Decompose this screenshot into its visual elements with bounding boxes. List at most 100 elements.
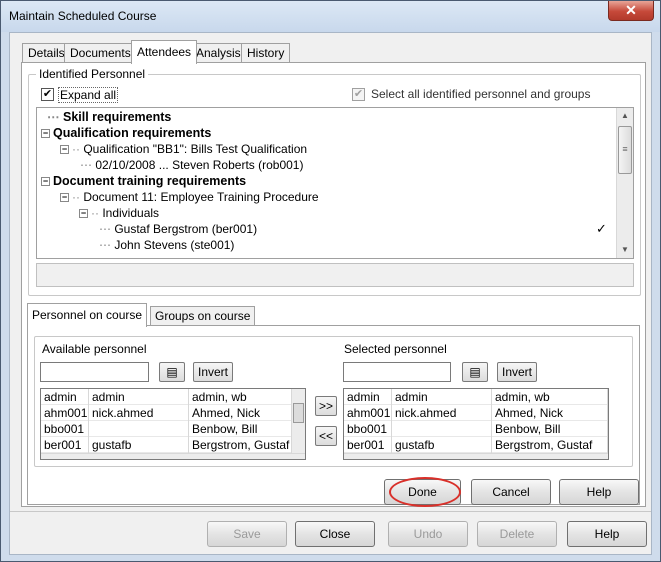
list-cell: admin, wb bbox=[492, 389, 608, 405]
list-cell: Ahmed, Nick bbox=[492, 405, 608, 421]
attendees-panel: Identified Personnel ✔ Expand all ✔ Sele… bbox=[21, 62, 646, 507]
tree-row-document-11[interactable]: − ·· Document 11: Employee Training Proce… bbox=[60, 189, 319, 205]
expand-all-checkbox[interactable]: ✔ bbox=[41, 88, 54, 101]
available-invert-button[interactable]: Invert bbox=[193, 362, 233, 382]
search-list-icon[interactable]: ▤ bbox=[159, 362, 185, 382]
available-search-input[interactable] bbox=[40, 362, 149, 382]
collapse-icon[interactable]: − bbox=[41, 129, 50, 139]
remove-personnel-button[interactable]: << bbox=[315, 426, 337, 446]
undo-label: Undo bbox=[413, 527, 443, 541]
available-list-hscroll[interactable] bbox=[41, 453, 305, 459]
help-label: Help bbox=[586, 485, 612, 499]
close-icon[interactable]: ✕ bbox=[608, 1, 654, 21]
undo-button[interactable]: Undo bbox=[388, 521, 468, 547]
list-cell: Bergstrom, Gustaf bbox=[189, 437, 293, 453]
collapse-icon[interactable]: − bbox=[41, 177, 50, 187]
list-item[interactable]: ahm001 nick.ahmed Ahmed, Nick bbox=[344, 405, 608, 421]
tree-row-document-training[interactable]: − Document training requirements bbox=[41, 173, 246, 189]
selected-personnel-list[interactable]: admin admin admin, wb ahm001 nick.ahmed … bbox=[343, 388, 609, 460]
tree-status-bar bbox=[36, 263, 634, 287]
tree-row-label: 02/10/2008 ... Steven Roberts (rob001) bbox=[95, 158, 304, 172]
select-all-label: Select all identified personnel and grou… bbox=[371, 87, 591, 101]
list-cell: Benbow, Bill bbox=[492, 421, 608, 437]
search-list-icon[interactable]: ▤ bbox=[462, 362, 488, 382]
selected-invert-button[interactable]: Invert bbox=[497, 362, 537, 382]
tree-row-label: Qualification "BB1": Bills Test Qualific… bbox=[83, 142, 308, 156]
list-cell: ahm001 bbox=[41, 405, 89, 421]
scroll-up-icon[interactable]: ▲ bbox=[617, 108, 633, 124]
list-item[interactable]: bbo001 Benbow, Bill bbox=[41, 421, 305, 437]
invert-label: Invert bbox=[501, 365, 532, 379]
collapse-icon[interactable]: − bbox=[60, 193, 69, 203]
tree-row-qualification-bb1[interactable]: − ·· Qualification "BB1": Bills Test Qual… bbox=[60, 141, 307, 157]
window-title: Maintain Scheduled Course bbox=[9, 9, 157, 23]
list-cell: bbo001 bbox=[41, 421, 89, 437]
tree-vertical-scrollbar[interactable]: ▲ ≡ ▼ bbox=[616, 108, 633, 258]
personnel-panel: Available personnel ▤ Invert admin admin… bbox=[27, 325, 640, 505]
scroll-down-icon[interactable]: ▼ bbox=[617, 242, 633, 258]
list-item[interactable]: ber001 gustafb Bergstrom, Gustaf bbox=[344, 437, 608, 453]
delete-button[interactable]: Delete bbox=[477, 521, 557, 547]
tab-documents[interactable]: Documents bbox=[64, 43, 137, 63]
requirements-tree[interactable]: ⋯ Skill requirements − Qualification requ… bbox=[36, 107, 634, 259]
tree-row-label: John Stevens (ste001) bbox=[114, 238, 235, 252]
cancel-label: Cancel bbox=[492, 485, 530, 499]
available-list-scrollbar[interactable] bbox=[291, 389, 305, 459]
available-personnel-list[interactable]: admin admin admin, wb ahm001 nick.ahmed … bbox=[40, 388, 306, 460]
title-bar[interactable]: Maintain Scheduled Course ✕ bbox=[1, 1, 660, 32]
dialog-help-button[interactable]: Help bbox=[559, 479, 639, 505]
list-item[interactable]: bbo001 Benbow, Bill bbox=[344, 421, 608, 437]
list-cell: admin bbox=[41, 389, 89, 405]
list-cell: Ahmed, Nick bbox=[189, 405, 293, 421]
scroll-thumb[interactable] bbox=[293, 403, 304, 423]
tab-personnel-on-course[interactable]: Personnel on course bbox=[27, 303, 148, 327]
save-label: Save bbox=[233, 527, 261, 541]
collapse-icon[interactable]: − bbox=[60, 145, 69, 155]
list-cell: admin bbox=[392, 389, 492, 405]
tab-history[interactable]: History bbox=[241, 43, 291, 63]
list-item[interactable]: admin admin admin, wb bbox=[41, 389, 305, 405]
list-cell: bbo001 bbox=[344, 421, 392, 437]
selected-search-input[interactable] bbox=[343, 362, 451, 382]
selected-list-hscroll[interactable] bbox=[344, 453, 608, 459]
tab-analysis[interactable]: Analysis bbox=[190, 43, 247, 63]
expand-all-label[interactable]: Expand all bbox=[58, 87, 119, 103]
window: Maintain Scheduled Course ✕ Details Docu… bbox=[0, 0, 661, 562]
tree-row-steven-roberts[interactable]: ⋯ 02/10/2008 ... Steven Roberts (rob001) bbox=[80, 157, 303, 173]
tree-row-label: Qualification requirements bbox=[53, 126, 212, 140]
tree-row-qualification[interactable]: − Qualification requirements bbox=[41, 125, 211, 141]
list-cell: admin bbox=[344, 389, 392, 405]
tree-row-label: Document training requirements bbox=[53, 174, 247, 188]
save-button[interactable]: Save bbox=[207, 521, 287, 547]
list-cell: ber001 bbox=[344, 437, 392, 453]
footer-help-button[interactable]: Help bbox=[567, 521, 647, 547]
tab-groups-on-course[interactable]: Groups on course bbox=[150, 306, 256, 326]
select-all-checkbox[interactable]: ✔ bbox=[352, 88, 365, 101]
tree-row-label: Document 11: Employee Training Procedure bbox=[83, 190, 319, 204]
scroll-thumb[interactable]: ≡ bbox=[618, 126, 632, 174]
list-cell bbox=[89, 421, 189, 437]
collapse-icon[interactable]: − bbox=[79, 209, 88, 219]
list-item[interactable]: ahm001 nick.ahmed Ahmed, Nick bbox=[41, 405, 305, 421]
tree-row-label: Individuals bbox=[102, 206, 160, 220]
list-item[interactable]: admin admin admin, wb bbox=[344, 389, 608, 405]
check-mark-icon: ✓ bbox=[596, 221, 607, 236]
list-cell: ber001 bbox=[41, 437, 89, 453]
tree-row-gustaf-bergstrom[interactable]: ⋯ Gustaf Bergstrom (ber001) bbox=[99, 221, 257, 237]
close-button[interactable]: Close bbox=[295, 521, 375, 547]
add-personnel-button[interactable]: >> bbox=[315, 396, 337, 416]
tree-row-john-stevens[interactable]: ⋯ John Stevens (ste001) bbox=[99, 237, 234, 253]
list-cell: admin bbox=[89, 389, 189, 405]
list-cell bbox=[392, 421, 492, 437]
available-personnel-label: Available personnel bbox=[42, 342, 147, 356]
tab-attendees[interactable]: Attendees bbox=[131, 40, 198, 64]
list-cell: ahm001 bbox=[344, 405, 392, 421]
list-cell: gustafb bbox=[89, 437, 189, 453]
tree-row-label: Skill requirements bbox=[62, 110, 172, 124]
cancel-button[interactable]: Cancel bbox=[471, 479, 551, 505]
tree-row-label: Gustaf Bergstrom (ber001) bbox=[114, 222, 258, 236]
list-item[interactable]: ber001 gustafb Bergstrom, Gustaf bbox=[41, 437, 305, 453]
selected-personnel-label: Selected personnel bbox=[344, 342, 447, 356]
tree-row-individuals[interactable]: − ·· Individuals bbox=[79, 205, 159, 221]
tree-row-skill[interactable]: ⋯ Skill requirements bbox=[47, 109, 171, 125]
